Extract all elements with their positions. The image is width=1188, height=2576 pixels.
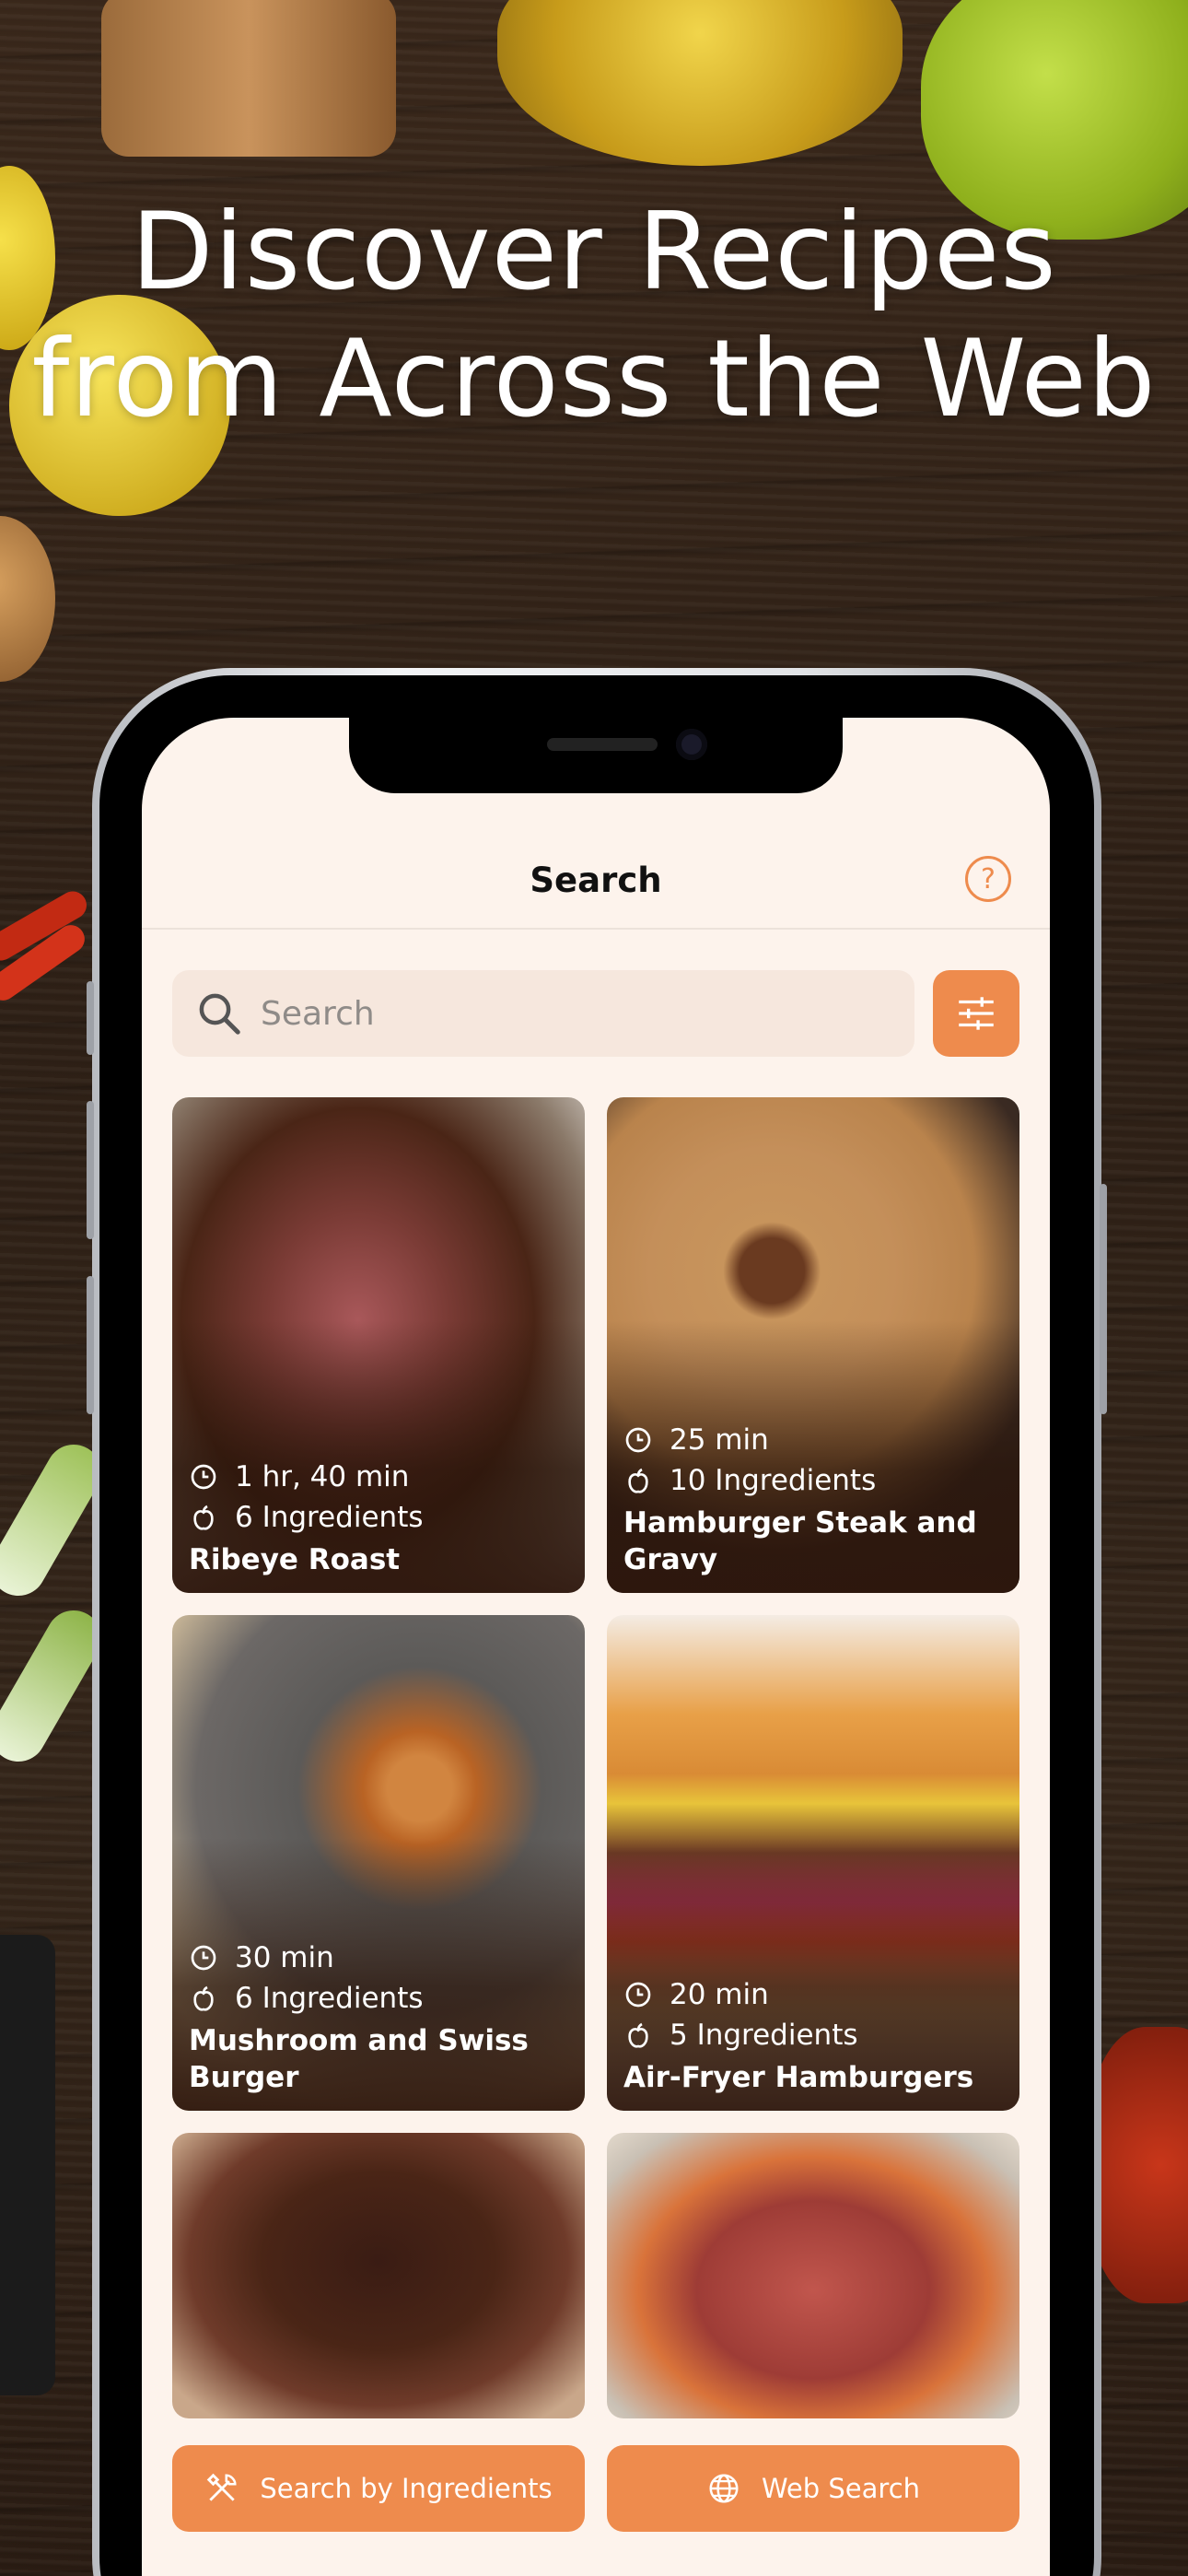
search-icon [199,993,240,1035]
search-by-ingredients-button[interactable]: Search by Ingredients [172,2445,585,2532]
ingredients-row: 5 Ingredients [623,2019,1003,2052]
ingredient-count: 6 Ingredients [235,1982,424,2015]
apple-icon [193,1505,214,1530]
search-by-ingredients-label: Search by Ingredients [260,2473,553,2504]
clock-icon [625,1982,651,2008]
promo-headline: Discover Recipes from Across the Web [31,190,1157,441]
phone-side-button [87,1101,94,1239]
recipe-card[interactable] [607,2133,1019,2418]
knife-decoration [0,1935,55,2395]
cook-time: 20 min [670,1978,769,2011]
cook-time: 1 hr, 40 min [235,1460,410,1493]
recipe-card[interactable] [172,2133,585,2418]
question-mark-icon: ? [981,862,996,896]
phone-side-button [87,1276,94,1414]
phone-frame: Search ? Search 1 hr, 40 min 6 Ingredien… [87,668,1107,2576]
card-meta: 1 hr, 40 min 6 Ingredients Ribeye Roast [189,1460,568,1578]
pepper-mill-decoration [101,0,396,157]
help-button[interactable]: ? [965,856,1011,902]
ingredient-count: 10 Ingredients [670,1464,877,1497]
clock-icon [191,1945,216,1971]
clock-icon [625,1427,651,1453]
nav-divider [142,928,1050,930]
search-row [172,970,1019,1057]
recipe-card[interactable]: 25 min 10 Ingredients Hamburger Steak an… [607,1097,1019,1593]
speaker-grille [547,738,658,751]
phone-side-button [1100,1184,1107,1414]
recipe-card[interactable]: 20 min 5 Ingredients Air-Fryer Hamburger… [607,1615,1019,2111]
crab-decoration [1087,2027,1188,2303]
search-input[interactable] [261,994,813,1033]
front-camera [676,729,707,760]
recipe-title: Air-Fryer Hamburgers [623,2061,974,2094]
apple-icon [628,1468,648,1493]
time-row: 25 min [623,1423,1003,1457]
utensils-icon [207,2473,237,2501]
search-box[interactable] [172,970,914,1057]
cook-time: 25 min [670,1423,769,1457]
ingredients-row: 10 Ingredients [623,1464,1003,1497]
recipe-title: Ribeye Roast [189,1543,401,1576]
app-screen: Search ? Search 1 hr, 40 min 6 Ingredien… [142,718,1050,2576]
phone-notch [349,718,843,793]
time-row: 20 min [623,1978,1003,2011]
globe-icon [709,2474,739,2503]
cook-time: 30 min [235,1941,334,1974]
apple-icon [193,1985,214,2011]
filter-button[interactable] [933,970,1019,1057]
page-title: Search [530,860,662,900]
ingredients-row: 6 Ingredients [189,1501,568,1534]
recipe-card[interactable]: 1 hr, 40 min 6 Ingredients Ribeye Roast [172,1097,585,1593]
card-meta: 25 min 10 Ingredients Hamburger Steak an… [623,1423,1003,1578]
card-meta: 30 min 6 Ingredients Mushroom and Swiss … [189,1941,568,2096]
ingredient-count: 5 Ingredients [670,2019,858,2052]
ingredients-row: 6 Ingredients [189,1982,568,2015]
navigation-bar: Search ? [142,847,1050,913]
web-search-button[interactable]: Web Search [607,2445,1019,2532]
time-row: 1 hr, 40 min [189,1460,568,1493]
card-meta: 20 min 5 Ingredients Air-Fryer Hamburger… [623,1978,1003,2096]
apple-icon [628,2022,648,2048]
recipe-card[interactable]: 30 min 6 Ingredients Mushroom and Swiss … [172,1615,585,2111]
bottom-action-bar: Search by Ingredients Web Search [172,2445,1019,2532]
web-search-label: Web Search [761,2473,921,2504]
phone-side-button [87,981,94,1055]
recipe-title: Hamburger Steak and Gravy [623,1506,977,1576]
recipe-title: Mushroom and Swiss Burger [189,2024,529,2094]
sliders-icon [959,997,994,1030]
time-row: 30 min [189,1941,568,1974]
clock-icon [191,1464,216,1490]
ingredient-count: 6 Ingredients [235,1501,424,1534]
